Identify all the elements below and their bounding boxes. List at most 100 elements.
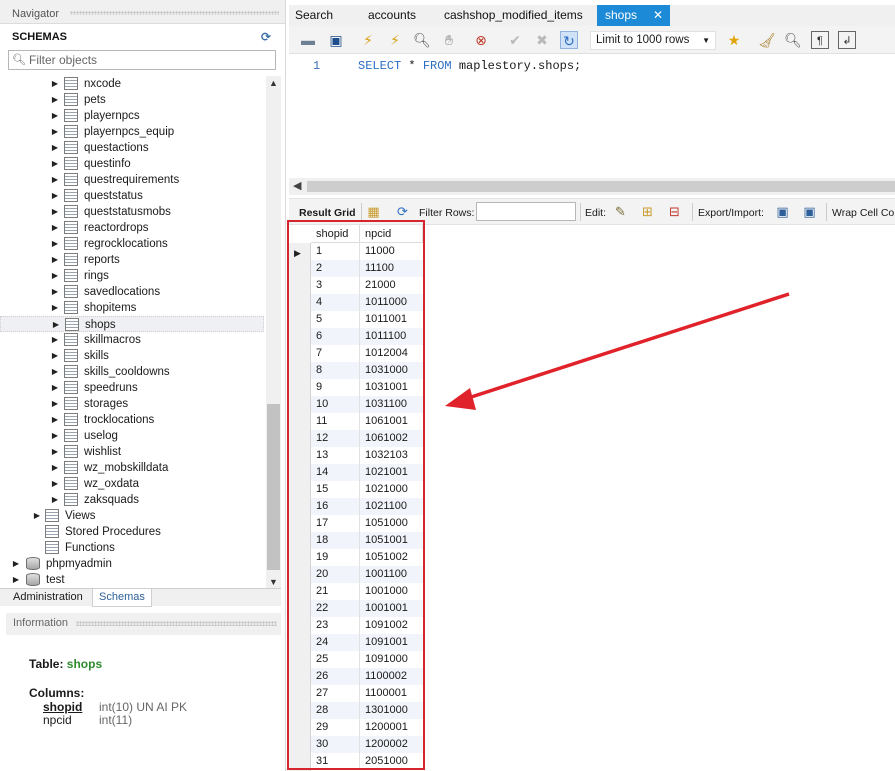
tab-shops[interactable]: shops ✕ [597, 5, 670, 26]
table-row[interactable]: 17 1051000 [311, 515, 423, 532]
scroll-thumb[interactable] [267, 404, 280, 570]
close-tab-icon[interactable]: ✕ [653, 5, 663, 25]
tree-item-table[interactable]: ▶ shopitems [0, 300, 264, 316]
tree-item-table[interactable]: ▶ reports [0, 252, 264, 268]
table-row[interactable]: 16 1021100 [311, 498, 423, 515]
table-row[interactable]: 9 1031001 [311, 379, 423, 396]
insert-row-icon[interactable]: ⊞ [639, 204, 656, 220]
tab-accounts[interactable]: accounts [368, 5, 438, 26]
table-row[interactable]: 20 1001100 [311, 566, 423, 583]
cell-shopid[interactable]: 17 [316, 515, 328, 532]
editor-hscrollbar[interactable]: ◀ [289, 178, 895, 195]
cell-shopid[interactable]: 16 [316, 498, 328, 515]
filter-objects-box[interactable]: 🔍︎ [8, 50, 276, 70]
table-row[interactable]: 13 1032103 [311, 447, 423, 464]
tree-item-table[interactable]: ▶ questactions [0, 140, 264, 156]
expand-arrow-icon[interactable]: ▶ [51, 220, 59, 236]
cell-npcid[interactable]: 1091002 [365, 617, 408, 634]
table-row[interactable]: 28 1301000 [311, 702, 423, 719]
cell-npcid[interactable]: 1061002 [365, 430, 408, 447]
cell-npcid[interactable]: 1011001 [365, 311, 407, 328]
tree-item-database[interactable]: ▶ test [0, 572, 264, 588]
expand-arrow-icon[interactable]: ▶ [51, 204, 59, 220]
scroll-down-icon[interactable]: ▼ [269, 577, 278, 587]
expand-arrow-icon[interactable]: ▶ [51, 412, 59, 428]
expand-arrow-icon[interactable]: ▶ [51, 172, 59, 188]
cell-shopid[interactable]: 30 [316, 736, 328, 753]
save-icon[interactable]: ▣ [327, 31, 345, 49]
table-row[interactable]: 19 1051002 [311, 549, 423, 566]
expand-arrow-icon[interactable]: ▶ [51, 76, 59, 92]
wrap-lines-icon[interactable]: ↲ [838, 31, 856, 49]
cell-shopid[interactable]: 7 [316, 345, 322, 362]
cell-shopid[interactable]: 31 [316, 753, 328, 770]
table-row[interactable]: 27 1100001 [311, 685, 423, 702]
expand-arrow-icon[interactable]: ▶ [51, 188, 59, 204]
open-folder-icon[interactable]: ▬ [299, 31, 317, 49]
tree-item-table[interactable]: ▶ savedlocations [0, 284, 264, 300]
tab-cashshop-modified-items[interactable]: cashshop_modified_items [444, 5, 594, 26]
expand-arrow-icon[interactable]: ▶ [51, 108, 59, 124]
tree-item-database[interactable]: ▶ phpmyadmin [0, 556, 264, 572]
filter-objects-input[interactable] [29, 52, 269, 68]
expand-arrow-icon[interactable]: ▶ [51, 428, 59, 444]
tree-item-table[interactable]: ▶ shops [0, 316, 264, 332]
column-header-npcid[interactable]: npcid [360, 225, 423, 243]
table-row[interactable]: 2 11100 [311, 260, 423, 277]
expand-arrow-icon[interactable]: ▶ [51, 140, 59, 156]
expand-arrow-icon[interactable]: ▶ [51, 252, 59, 268]
cell-npcid[interactable]: 1301000 [365, 702, 408, 719]
expand-arrow-icon[interactable]: ▶ [51, 300, 59, 316]
cell-shopid[interactable]: 22 [316, 600, 328, 617]
edit-row-icon[interactable]: ✎ [612, 204, 629, 220]
tab-schemas[interactable]: Schemas [92, 589, 152, 607]
wrap-cell-label[interactable]: Wrap Cell Co [832, 207, 894, 219]
cell-shopid[interactable]: 2 [316, 260, 322, 277]
tree-item-table[interactable]: ▶ pets [0, 92, 264, 108]
tree-item-table[interactable]: ▶ speedruns [0, 380, 264, 396]
filter-rows-input[interactable] [476, 202, 576, 221]
expand-arrow-icon[interactable]: ▶ [51, 444, 59, 460]
table-row[interactable]: 4 1011000 [311, 294, 423, 311]
expand-arrow-icon[interactable]: ▶ [51, 92, 59, 108]
cell-shopid[interactable]: 13 [316, 447, 328, 464]
expand-arrow-icon[interactable]: ▶ [51, 380, 59, 396]
table-row[interactable]: 6 1011100 [311, 328, 423, 345]
table-row[interactable]: 22 1001001 [311, 600, 423, 617]
expand-arrow-icon[interactable]: ▶ [12, 556, 20, 572]
cell-npcid[interactable]: 1012004 [365, 345, 408, 362]
cell-shopid[interactable]: 5 [316, 311, 322, 328]
scroll-left-icon[interactable]: ◀ [293, 179, 301, 192]
refresh-icon[interactable]: ⟳ [261, 30, 271, 44]
cell-shopid[interactable]: 23 [316, 617, 328, 634]
cell-shopid[interactable]: 6 [316, 328, 322, 345]
cell-shopid[interactable]: 1 [316, 243, 322, 260]
cell-shopid[interactable]: 9 [316, 379, 322, 396]
tree-item-table[interactable]: ▶ questinfo [0, 156, 264, 172]
cell-shopid[interactable]: 8 [316, 362, 322, 379]
expand-arrow-icon[interactable]: ▶ [51, 332, 59, 348]
cell-shopid[interactable]: 12 [316, 430, 328, 447]
stop-icon[interactable]: ✋︎ [440, 31, 458, 49]
beautify-icon[interactable]: 🧹︎ [758, 31, 776, 49]
bookmark-icon[interactable]: ★ [725, 31, 743, 49]
cell-shopid[interactable]: 3 [316, 277, 322, 294]
tab-administration[interactable]: Administration [7, 589, 89, 607]
tree-item-table[interactable]: ▶ wz_oxdata [0, 476, 264, 492]
toggle-error-icon[interactable]: ⊗ [472, 31, 490, 49]
cell-shopid[interactable]: 24 [316, 634, 328, 651]
cell-npcid[interactable]: 1031001 [365, 379, 408, 396]
cell-shopid[interactable]: 25 [316, 651, 328, 668]
cell-npcid[interactable]: 1001100 [365, 566, 407, 583]
cell-shopid[interactable]: 15 [316, 481, 328, 498]
tree-item-table[interactable]: ▶ questrequirements [0, 172, 264, 188]
expand-arrow-icon[interactable]: ▶ [51, 236, 59, 252]
cell-npcid[interactable]: 1061001 [365, 413, 408, 430]
cell-npcid[interactable]: 1031100 [365, 396, 407, 413]
sql-code[interactable]: SELECT * FROM maplestory.shops; [358, 59, 581, 73]
tree-item-table[interactable]: ▶ playernpcs_equip [0, 124, 264, 140]
cell-shopid[interactable]: 10 [316, 396, 328, 413]
expand-arrow-icon[interactable]: ▶ [51, 364, 59, 380]
expand-arrow-icon[interactable]: ▶ [51, 476, 59, 492]
cell-npcid[interactable]: 1021000 [365, 481, 408, 498]
